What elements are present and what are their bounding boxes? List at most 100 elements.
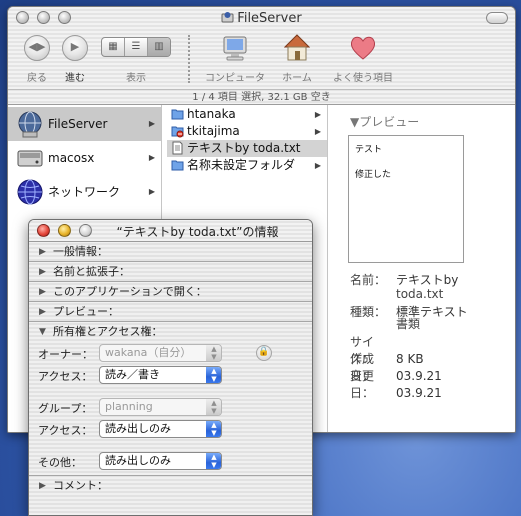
section-comments[interactable]: ▶ コメント： [29,476,312,496]
preview-text-line: 修正した [355,170,392,180]
owner-access-label: アクセス： [38,370,93,383]
list-item-label: 名称未設定フォルダ [187,158,296,172]
group-access-popup[interactable]: 読み出しのみ ▲ ▼ [99,420,222,438]
back-arrow-icon: ◀▶ [28,40,46,53]
computer-label: コンピュータ [205,73,265,84]
folder-icon [171,109,184,120]
volume-label: FileServer [48,117,108,131]
volume-label: macosx [48,151,95,165]
section-open-with[interactable]: ▶ このアプリケーションで開く： [29,282,312,302]
section-label: 所有権とアクセス権： [53,325,163,338]
disclosure-right-icon: ▶ [39,267,46,277]
list-item-label: tkitajima [187,124,240,138]
title-bar[interactable]: FileServer [8,7,515,29]
others-popup[interactable]: 読み出しのみ ▲ ▼ [99,452,222,470]
info-minimize-button[interactable] [58,224,71,237]
network-server-icon [18,111,42,138]
forward-button[interactable]: ▶ [62,35,88,61]
view-label: 表示 [126,73,146,84]
group-access-row: アクセス： 読み出しのみ ▲ ▼ [29,418,312,440]
list-item-htanaka[interactable]: htanaka ▶ [167,106,327,123]
window-title: FileServer [8,11,515,26]
others-label: その他： [38,456,82,469]
disclosure-right-icon: ▶ [39,247,46,257]
meta-key: 名前： [350,273,387,287]
folder-icon [171,160,184,171]
computer-icon[interactable] [222,35,248,63]
section-label: 名前と拡張子： [53,265,130,278]
list-item-tkitajima[interactable]: tkitajima ▶ [167,123,327,140]
group-access-value: 読み出しのみ [105,422,171,435]
icon-view-icon[interactable]: ▦ [102,38,125,56]
section-general[interactable]: ▶ 一般情報： [29,242,312,262]
forward-arrow-icon: ▶ [70,40,80,53]
chevron-right-icon: ▶ [148,153,155,162]
group-popup: planning ▲ ▼ [99,398,222,416]
meta-value: 03.9.21 [396,386,442,400]
section-name-extension[interactable]: ▶ 名前と拡張子： [29,262,312,282]
lock-icon: 🔒 [258,347,270,357]
list-item-label: htanaka [187,107,236,121]
favorites-label: よく使う項目 [333,73,393,84]
server-icon [221,12,234,23]
home-label: ホーム [282,73,312,84]
meta-name-cont: toda.txt [396,287,444,301]
disclosure-down-icon: ▼ [39,327,46,337]
window-title-text: FileServer [237,11,302,26]
globe-network-icon [17,179,43,205]
section-label: コメント： [53,479,108,492]
volume-item-fileserver[interactable]: FileServer ▶ [8,107,161,141]
updown-arrow-icon: ▲ ▼ [206,453,221,469]
owner-access-popup[interactable]: 読み／書き ▲ ▼ [99,366,222,384]
meta-key: 変更日： [350,369,375,400]
meta-name: 名前： テキストby [350,271,458,288]
meta-value: テキストby [396,273,459,287]
lock-button[interactable]: 🔒 [256,345,272,361]
list-item-text-file[interactable]: テキストby toda.txt [167,140,327,157]
view-mode-segmented[interactable]: ▦ ☰ ▥ [101,37,171,57]
preview-header[interactable]: ▼プレビュー [350,113,419,130]
hard-disk-icon [17,150,43,167]
home-icon[interactable] [284,33,310,63]
disclosure-right-icon: ▶ [39,287,46,297]
volume-item-network[interactable]: ネットワーク ▶ [8,175,161,209]
info-title: “テキストby toda.txt”の情報 [116,225,279,239]
toolbar-toggle-button[interactable] [486,12,508,24]
chevron-right-icon: ▶ [314,127,321,136]
info-close-button[interactable] [37,224,50,237]
owner-popup: wakana（自分） ▲ ▼ [99,344,222,362]
list-item-untitled-folder[interactable]: 名称未設定フォルダ ▶ [167,157,327,174]
volume-label: ネットワーク [48,185,121,199]
section-ownership[interactable]: ▼ 所有権とアクセス権： [29,322,312,342]
disclosure-right-icon: ▶ [39,481,46,491]
meta-kind-cont: 書類 [396,317,421,331]
owner-access-row: アクセス： 読み／書き ▲ ▼ [29,364,312,386]
meta-key: 種類： [350,305,387,319]
info-title-bar[interactable]: “テキストby toda.txt”の情報 [29,220,312,242]
toolbar: ◀▶ ▶ 戻る 進む ▦ ☰ ▥ 表示 コンピュータ ホーム よく使う項目 [8,29,515,89]
owner-label: オーナー： [38,348,93,361]
updown-arrow-icon: ▲ ▼ [206,399,221,415]
volume-item-macosx[interactable]: macosx ▶ [8,141,161,175]
column-view-icon[interactable]: ▥ [148,38,170,56]
list-view-icon[interactable]: ☰ [125,38,148,56]
section-label: プレビュー： [53,305,119,318]
chevron-right-icon: ▶ [148,187,155,196]
chevron-right-icon: ▶ [314,110,321,119]
list-item-label: テキストby toda.txt [187,141,301,155]
owner-value: wakana（自分） [105,346,192,359]
group-value: planning [105,400,153,413]
chevron-right-icon: ▶ [148,119,155,128]
updown-arrow-icon: ▲ ▼ [206,367,221,383]
chevron-right-icon: ▶ [314,161,321,170]
preview-content: テスト 修正した [348,135,464,263]
group-row: グループ： planning ▲ ▼ [29,396,312,418]
section-label: このアプリケーションで開く： [53,285,207,298]
status-bar: 1 / 4 項目 選択, 32.1 GB 空き [8,89,515,105]
updown-arrow-icon: ▲ ▼ [206,345,221,361]
disclosure-right-icon: ▶ [39,307,46,317]
section-preview[interactable]: ▶ プレビュー： [29,302,312,322]
owner-access-value: 読み／書き [105,368,160,381]
favorites-heart-icon[interactable] [349,35,377,61]
back-button[interactable]: ◀▶ [24,35,50,61]
